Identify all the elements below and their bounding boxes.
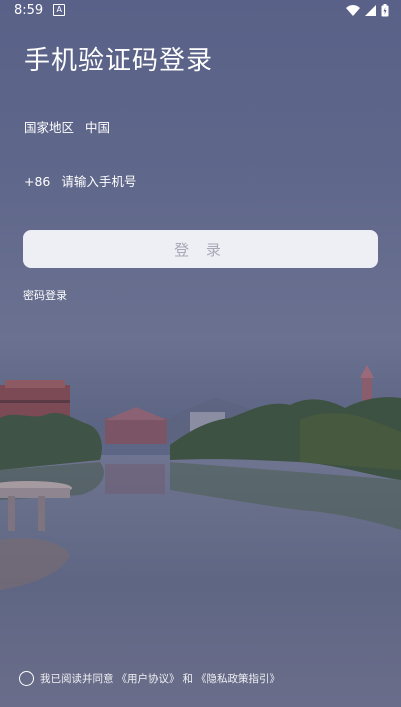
status-left: 8:59 A xyxy=(14,2,66,18)
agreement: 我已阅读并同意 《用户协议》 和 《隐私政策指引》 xyxy=(19,671,280,686)
region-selector[interactable]: 国家地区 中国 xyxy=(24,117,110,136)
status-time: 8:59 xyxy=(14,2,44,18)
signal-icon xyxy=(365,4,376,16)
login-screen: 8:59 A 手机验证码登录 国家地区 中国 +86 登 录 密码登录 xyxy=(0,0,401,707)
login-button[interactable]: 登 录 xyxy=(23,230,378,268)
region-label: 国家地区 xyxy=(24,120,75,135)
user-agreement-link[interactable]: 《用户协议》 xyxy=(117,671,180,686)
agreement-conjunction: 和 xyxy=(182,673,194,685)
password-login-link[interactable]: 密码登录 xyxy=(23,287,67,303)
region-value: 中国 xyxy=(85,120,111,135)
phone-input[interactable] xyxy=(61,174,282,189)
agreement-prefix: 我已阅读并同意 xyxy=(40,673,114,685)
phone-row: +86 xyxy=(24,174,282,189)
status-bar: 8:59 A xyxy=(0,0,401,20)
notification-a-icon: A xyxy=(53,4,66,16)
status-right xyxy=(346,3,389,17)
privacy-policy-link[interactable]: 《隐私政策指引》 xyxy=(196,671,280,686)
page-title: 手机验证码登录 xyxy=(24,46,214,76)
background-scene xyxy=(0,365,401,707)
agreement-radio[interactable] xyxy=(19,671,34,686)
wifi-icon xyxy=(346,4,360,16)
country-code[interactable]: +86 xyxy=(24,174,50,189)
battery-icon xyxy=(381,3,389,16)
